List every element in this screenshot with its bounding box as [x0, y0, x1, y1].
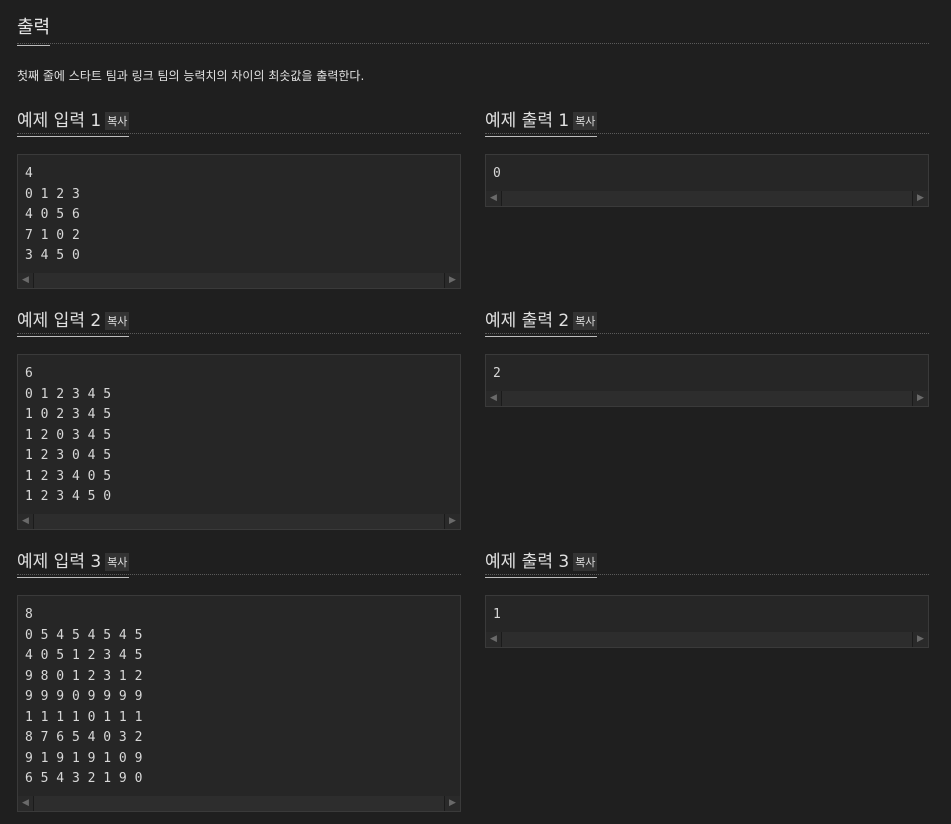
scrollbar-thumb[interactable]	[502, 190, 912, 206]
horizontal-scrollbar[interactable]: ◀ ▶	[486, 390, 928, 406]
copy-button[interactable]: 복사	[573, 312, 598, 330]
copy-button[interactable]: 복사	[105, 312, 130, 330]
sample-output-2: 예제 출력 2 복사 2 ◀ ▶	[485, 299, 929, 407]
sample-output-2-text[interactable]: 2	[486, 355, 928, 391]
sample-output-1-header: 예제 출력 1 복사	[485, 99, 929, 137]
scroll-left-arrow-icon[interactable]: ◀	[18, 272, 33, 288]
scroll-right-arrow-icon[interactable]: ▶	[913, 190, 928, 206]
sample-input-3: 예제 입력 3 복사 8 0 5 4 5 4 5 4 5 4 0 5 1 2 3 …	[17, 540, 461, 812]
horizontal-scrollbar[interactable]: ◀ ▶	[18, 795, 460, 811]
sample-input-2-text[interactable]: 6 0 1 2 3 4 5 1 0 2 3 4 5 1 2 0 3 4 5 1 …	[18, 355, 460, 514]
sample-input-2-header: 예제 입력 2 복사	[17, 299, 461, 337]
output-description: 첫째 줄에 스타트 팀과 링크 팀의 능력치의 차이의 최솟값을 출력한다.	[17, 69, 365, 83]
sample-input-1-title: 예제 입력 1	[17, 111, 102, 131]
scroll-right-arrow-icon[interactable]: ▶	[445, 795, 460, 811]
sample-output-3-title: 예제 출력 3	[485, 552, 570, 572]
sample-input-1-text[interactable]: 4 0 1 2 3 4 0 5 6 7 1 0 2 3 4 5 0	[18, 155, 460, 273]
horizontal-scrollbar[interactable]: ◀ ▶	[486, 631, 928, 647]
sample-input-2: 예제 입력 2 복사 6 0 1 2 3 4 5 1 0 2 3 4 5 1 2 …	[17, 299, 461, 530]
sample-input-1: 예제 입력 1 복사 4 0 1 2 3 4 0 5 6 7 1 0 2 3 4 …	[17, 99, 461, 289]
sample-input-3-title: 예제 입력 3	[17, 552, 102, 572]
scrollbar-thumb[interactable]	[34, 272, 444, 288]
scroll-left-arrow-icon[interactable]: ◀	[486, 190, 501, 206]
scroll-right-arrow-icon[interactable]: ▶	[913, 390, 928, 406]
sample-input-3-text[interactable]: 8 0 5 4 5 4 5 4 5 4 0 5 1 2 3 4 5 9 8 0 …	[18, 596, 460, 796]
sample-input-3-header: 예제 입력 3 복사	[17, 540, 461, 578]
sample-output-2-title: 예제 출력 2	[485, 311, 570, 331]
output-section-title: 출력	[17, 13, 51, 46]
sample-input-1-box: 4 0 1 2 3 4 0 5 6 7 1 0 2 3 4 5 0 ◀ ▶	[17, 154, 461, 289]
sample-output-3: 예제 출력 3 복사 1 ◀ ▶	[485, 540, 929, 648]
copy-button[interactable]: 복사	[573, 112, 598, 130]
horizontal-scrollbar[interactable]: ◀ ▶	[18, 272, 460, 288]
sample-output-2-box: 2 ◀ ▶	[485, 354, 929, 407]
scrollbar-thumb[interactable]	[502, 631, 912, 647]
sample-input-2-box: 6 0 1 2 3 4 5 1 0 2 3 4 5 1 2 0 3 4 5 1 …	[17, 354, 461, 530]
scroll-left-arrow-icon[interactable]: ◀	[18, 795, 33, 811]
sample-output-1-text[interactable]: 0	[486, 155, 928, 191]
copy-button[interactable]: 복사	[573, 553, 598, 571]
copy-button[interactable]: 복사	[105, 112, 130, 130]
scroll-left-arrow-icon[interactable]: ◀	[18, 513, 33, 529]
horizontal-scrollbar[interactable]: ◀ ▶	[486, 190, 928, 206]
output-section-header: 출력	[17, 0, 929, 46]
scroll-left-arrow-icon[interactable]: ◀	[486, 631, 501, 647]
sample-output-1-box: 0 ◀ ▶	[485, 154, 929, 207]
scrollbar-thumb[interactable]	[502, 390, 912, 406]
scrollbar-thumb[interactable]	[34, 513, 444, 529]
sample-output-1: 예제 출력 1 복사 0 ◀ ▶	[485, 99, 929, 207]
copy-button[interactable]: 복사	[105, 553, 130, 571]
sample-input-3-box: 8 0 5 4 5 4 5 4 5 4 0 5 1 2 3 4 5 9 8 0 …	[17, 595, 461, 812]
scroll-right-arrow-icon[interactable]: ▶	[913, 631, 928, 647]
sample-output-3-text[interactable]: 1	[486, 596, 928, 632]
sample-input-2-title: 예제 입력 2	[17, 311, 102, 331]
scrollbar-thumb[interactable]	[34, 795, 444, 811]
sample-input-1-header: 예제 입력 1 복사	[17, 99, 461, 137]
sample-output-3-box: 1 ◀ ▶	[485, 595, 929, 648]
sample-output-3-header: 예제 출력 3 복사	[485, 540, 929, 578]
sample-output-2-header: 예제 출력 2 복사	[485, 299, 929, 337]
sample-output-1-title: 예제 출력 1	[485, 111, 570, 131]
horizontal-scrollbar[interactable]: ◀ ▶	[18, 513, 460, 529]
scroll-right-arrow-icon[interactable]: ▶	[445, 513, 460, 529]
scroll-left-arrow-icon[interactable]: ◀	[486, 390, 501, 406]
scroll-right-arrow-icon[interactable]: ▶	[445, 272, 460, 288]
